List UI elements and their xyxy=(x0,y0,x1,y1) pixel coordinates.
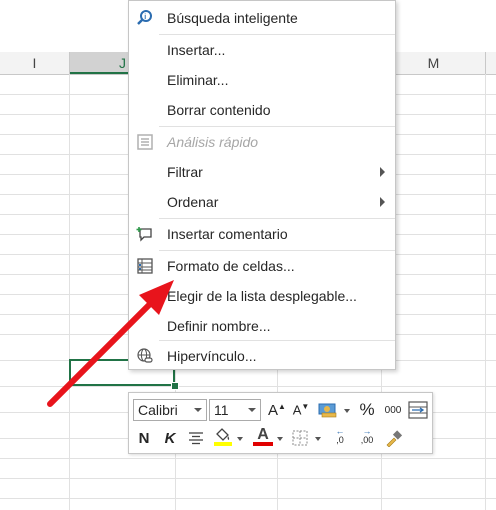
increase-decimal-button[interactable]: → ,00 xyxy=(355,425,379,447)
menu-item-quick-analysis[interactable]: Análisis rápido xyxy=(129,127,395,157)
menu-item-label: Ordenar xyxy=(167,194,219,210)
menu-item-smart-lookup[interactable]: i Búsqueda inteligente xyxy=(129,3,395,33)
accounting-format-button[interactable] xyxy=(317,399,341,421)
gridline xyxy=(0,478,496,479)
fill-handle[interactable] xyxy=(171,382,179,390)
format-painter-button[interactable] xyxy=(383,427,405,449)
svg-text:i: i xyxy=(144,14,146,21)
menu-item-label: Formato de celdas... xyxy=(167,258,295,274)
format-cells-icon xyxy=(135,256,155,276)
submenu-arrow-icon xyxy=(380,167,385,177)
format-painter-icon xyxy=(386,430,403,447)
menu-item-insert-comment[interactable]: Insertar comentario xyxy=(129,219,395,249)
menu-item-clear-contents[interactable]: Borrar contenido xyxy=(129,95,395,125)
increase-decimal-icon: ,00 xyxy=(360,435,374,445)
chevron-down-icon[interactable] xyxy=(237,437,243,441)
gridline xyxy=(0,498,496,499)
font-color-button[interactable]: A xyxy=(251,425,275,447)
menu-item-sort[interactable]: Ordenar xyxy=(129,187,395,217)
chevron-down-icon xyxy=(248,408,256,412)
menu-item-label: Análisis rápido xyxy=(167,134,259,150)
menu-item-label: Hipervínculo... xyxy=(167,348,257,364)
increase-font-size-button[interactable]: A▲ xyxy=(267,399,287,421)
percent-style-button[interactable]: % xyxy=(357,399,377,421)
menu-item-filter[interactable]: Filtrar xyxy=(129,157,395,187)
menu-item-insert[interactable]: Insertar... xyxy=(129,35,395,65)
menu-item-label: Búsqueda inteligente xyxy=(167,10,298,26)
gridline xyxy=(69,74,70,510)
insert-comment-icon xyxy=(135,224,155,244)
menu-item-hyperlink[interactable]: Hipervínculo... xyxy=(129,341,395,371)
paint-bucket-icon xyxy=(214,428,232,446)
menu-item-delete[interactable]: Eliminar... xyxy=(129,65,395,95)
align-center-icon xyxy=(189,432,203,445)
submenu-arrow-icon xyxy=(380,197,385,207)
menu-item-define-name[interactable]: Definir nombre... xyxy=(129,311,395,341)
smart-lookup-icon: i xyxy=(135,8,155,28)
font-name-value: Calibri xyxy=(138,402,178,418)
menu-item-label: Elegir de la lista desplegable... xyxy=(167,288,357,304)
gridline xyxy=(485,74,486,510)
column-header-m[interactable]: M xyxy=(382,52,486,74)
menu-item-label: Borrar contenido xyxy=(167,102,271,118)
increase-font-glyph: A xyxy=(268,401,279,419)
bold-button[interactable]: N xyxy=(135,427,153,449)
borders-button[interactable] xyxy=(289,427,311,449)
menu-item-label: Definir nombre... xyxy=(167,318,271,334)
context-menu: i Búsqueda inteligente Insertar... Elimi… xyxy=(128,0,396,370)
chevron-down-icon[interactable] xyxy=(277,437,283,441)
italic-icon: K xyxy=(164,429,176,447)
column-header-i[interactable]: I xyxy=(0,52,70,74)
chevron-down-icon[interactable] xyxy=(315,437,321,441)
decrease-font-size-button[interactable]: A▼ xyxy=(291,399,311,421)
hyperlink-icon xyxy=(135,346,155,366)
quick-analysis-icon xyxy=(135,132,155,152)
menu-item-pick-from-dropdown[interactable]: Elegir de la lista desplegable... xyxy=(129,281,395,311)
percent-icon: % xyxy=(359,400,375,419)
italic-button[interactable]: K xyxy=(161,427,179,449)
bold-icon: N xyxy=(138,429,150,447)
decrease-font-size-icon: A▼ xyxy=(292,402,310,418)
increase-font-size-icon: A▲ xyxy=(268,401,286,419)
wrap-text-button[interactable] xyxy=(407,399,429,421)
chevron-down-icon[interactable] xyxy=(344,409,350,413)
font-color-swatch xyxy=(253,441,273,446)
menu-item-label: Filtrar xyxy=(167,164,203,180)
gridline xyxy=(0,386,496,387)
font-size-value: 11 xyxy=(214,402,229,418)
font-size-select[interactable]: 11 xyxy=(209,399,261,421)
accounting-format-icon xyxy=(318,403,337,418)
highlight-swatch xyxy=(214,442,232,446)
menu-item-label: Insertar... xyxy=(167,42,226,58)
comma-style-button[interactable]: 000 xyxy=(381,399,405,421)
chevron-down-icon xyxy=(194,408,202,412)
wrap-text-icon xyxy=(408,401,428,419)
borders-icon xyxy=(292,430,308,446)
gridline xyxy=(0,458,496,459)
decrease-decimal-icon: ,0 xyxy=(336,435,344,445)
decrease-decimal-button[interactable]: ← ,0 xyxy=(329,425,351,447)
center-align-button[interactable] xyxy=(185,427,207,449)
font-name-select[interactable]: Calibri xyxy=(133,399,207,421)
fill-color-button[interactable] xyxy=(211,425,235,447)
menu-item-label: Insertar comentario xyxy=(167,226,288,242)
menu-item-label: Eliminar... xyxy=(167,72,229,88)
mini-toolbar: Calibri 11 A▲ A▼ % 000 N K A ← ,0 → ,00 xyxy=(128,392,433,454)
thousands-separator-icon: 000 xyxy=(384,404,402,416)
font-color-icon: A xyxy=(257,425,269,443)
menu-item-format-cells[interactable]: Formato de celdas... xyxy=(129,251,395,281)
